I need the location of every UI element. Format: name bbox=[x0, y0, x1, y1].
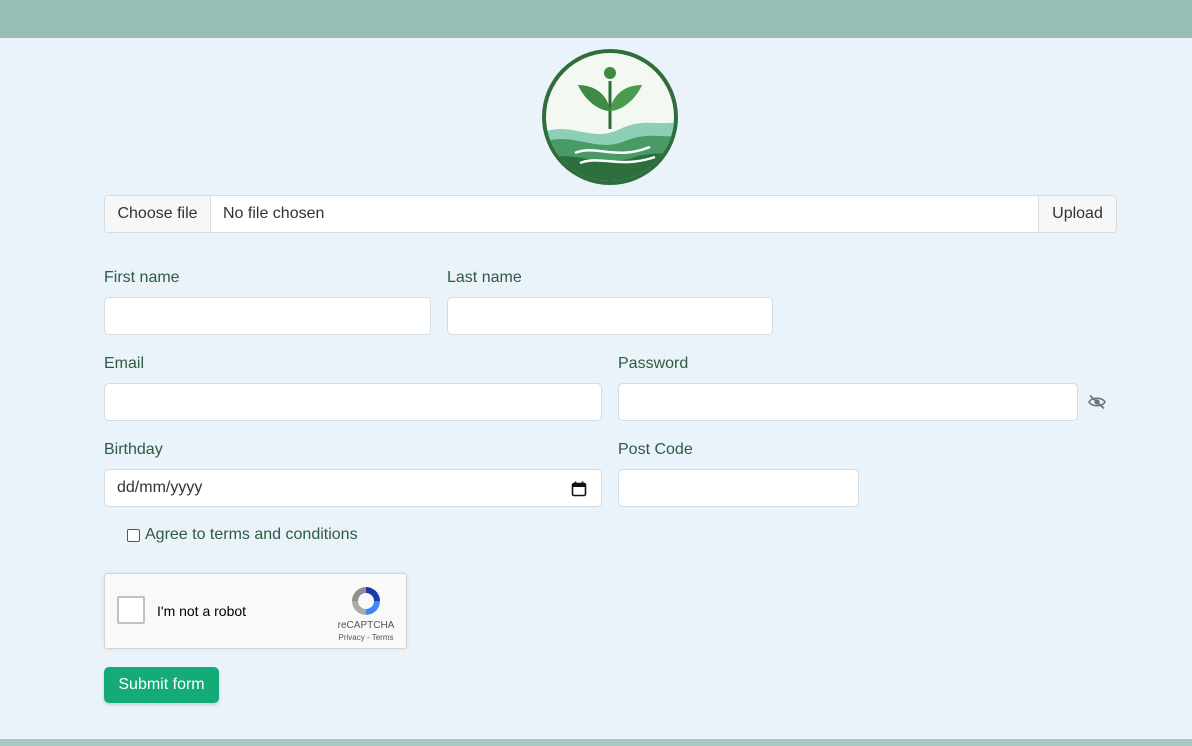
first-name-label: First name bbox=[104, 269, 180, 286]
upload-button[interactable]: Upload bbox=[1038, 196, 1116, 232]
file-name-display: No file chosen bbox=[223, 205, 325, 222]
postcode-label: Post Code bbox=[618, 441, 693, 458]
terms-checkbox[interactable] bbox=[127, 528, 140, 542]
recaptcha-label: I'm not a robot bbox=[157, 603, 247, 619]
birthday-label: Birthday bbox=[104, 441, 163, 458]
calendar-icon[interactable] bbox=[571, 481, 587, 497]
bottom-bar bbox=[0, 739, 1192, 746]
top-bar bbox=[0, 0, 1192, 38]
recaptcha-widget: I'm not a robot reCAPTCHA Privacy - Term… bbox=[104, 573, 407, 649]
submit-button[interactable]: Submit form bbox=[104, 667, 219, 703]
email-input[interactable] bbox=[104, 383, 602, 421]
recaptcha-logo-icon bbox=[352, 587, 380, 615]
recaptcha-checkbox[interactable] bbox=[117, 596, 145, 624]
last-name-label: Last name bbox=[447, 269, 522, 286]
recaptcha-links[interactable]: Privacy - Terms bbox=[327, 633, 405, 642]
last-name-input[interactable] bbox=[447, 297, 773, 335]
birthday-placeholder: dd/mm/yyyy bbox=[117, 479, 203, 496]
password-input[interactable] bbox=[618, 383, 1078, 421]
recaptcha-brand: reCAPTCHA bbox=[337, 620, 395, 631]
email-label: Email bbox=[104, 355, 145, 372]
first-name-input[interactable] bbox=[104, 297, 431, 335]
postcode-input[interactable] bbox=[618, 469, 859, 507]
file-upload-group: Choose file No file chosen Upload bbox=[104, 195, 1117, 233]
terms-label[interactable]: Agree to terms and conditions bbox=[145, 526, 358, 544]
plant-logo bbox=[542, 49, 678, 185]
terms-row: Agree to terms and conditions bbox=[127, 526, 358, 544]
password-label: Password bbox=[618, 355, 689, 372]
choose-file-button[interactable]: Choose file bbox=[105, 196, 211, 232]
eye-slash-icon[interactable] bbox=[1088, 394, 1106, 410]
birthday-input[interactable]: dd/mm/yyyy bbox=[104, 469, 602, 507]
